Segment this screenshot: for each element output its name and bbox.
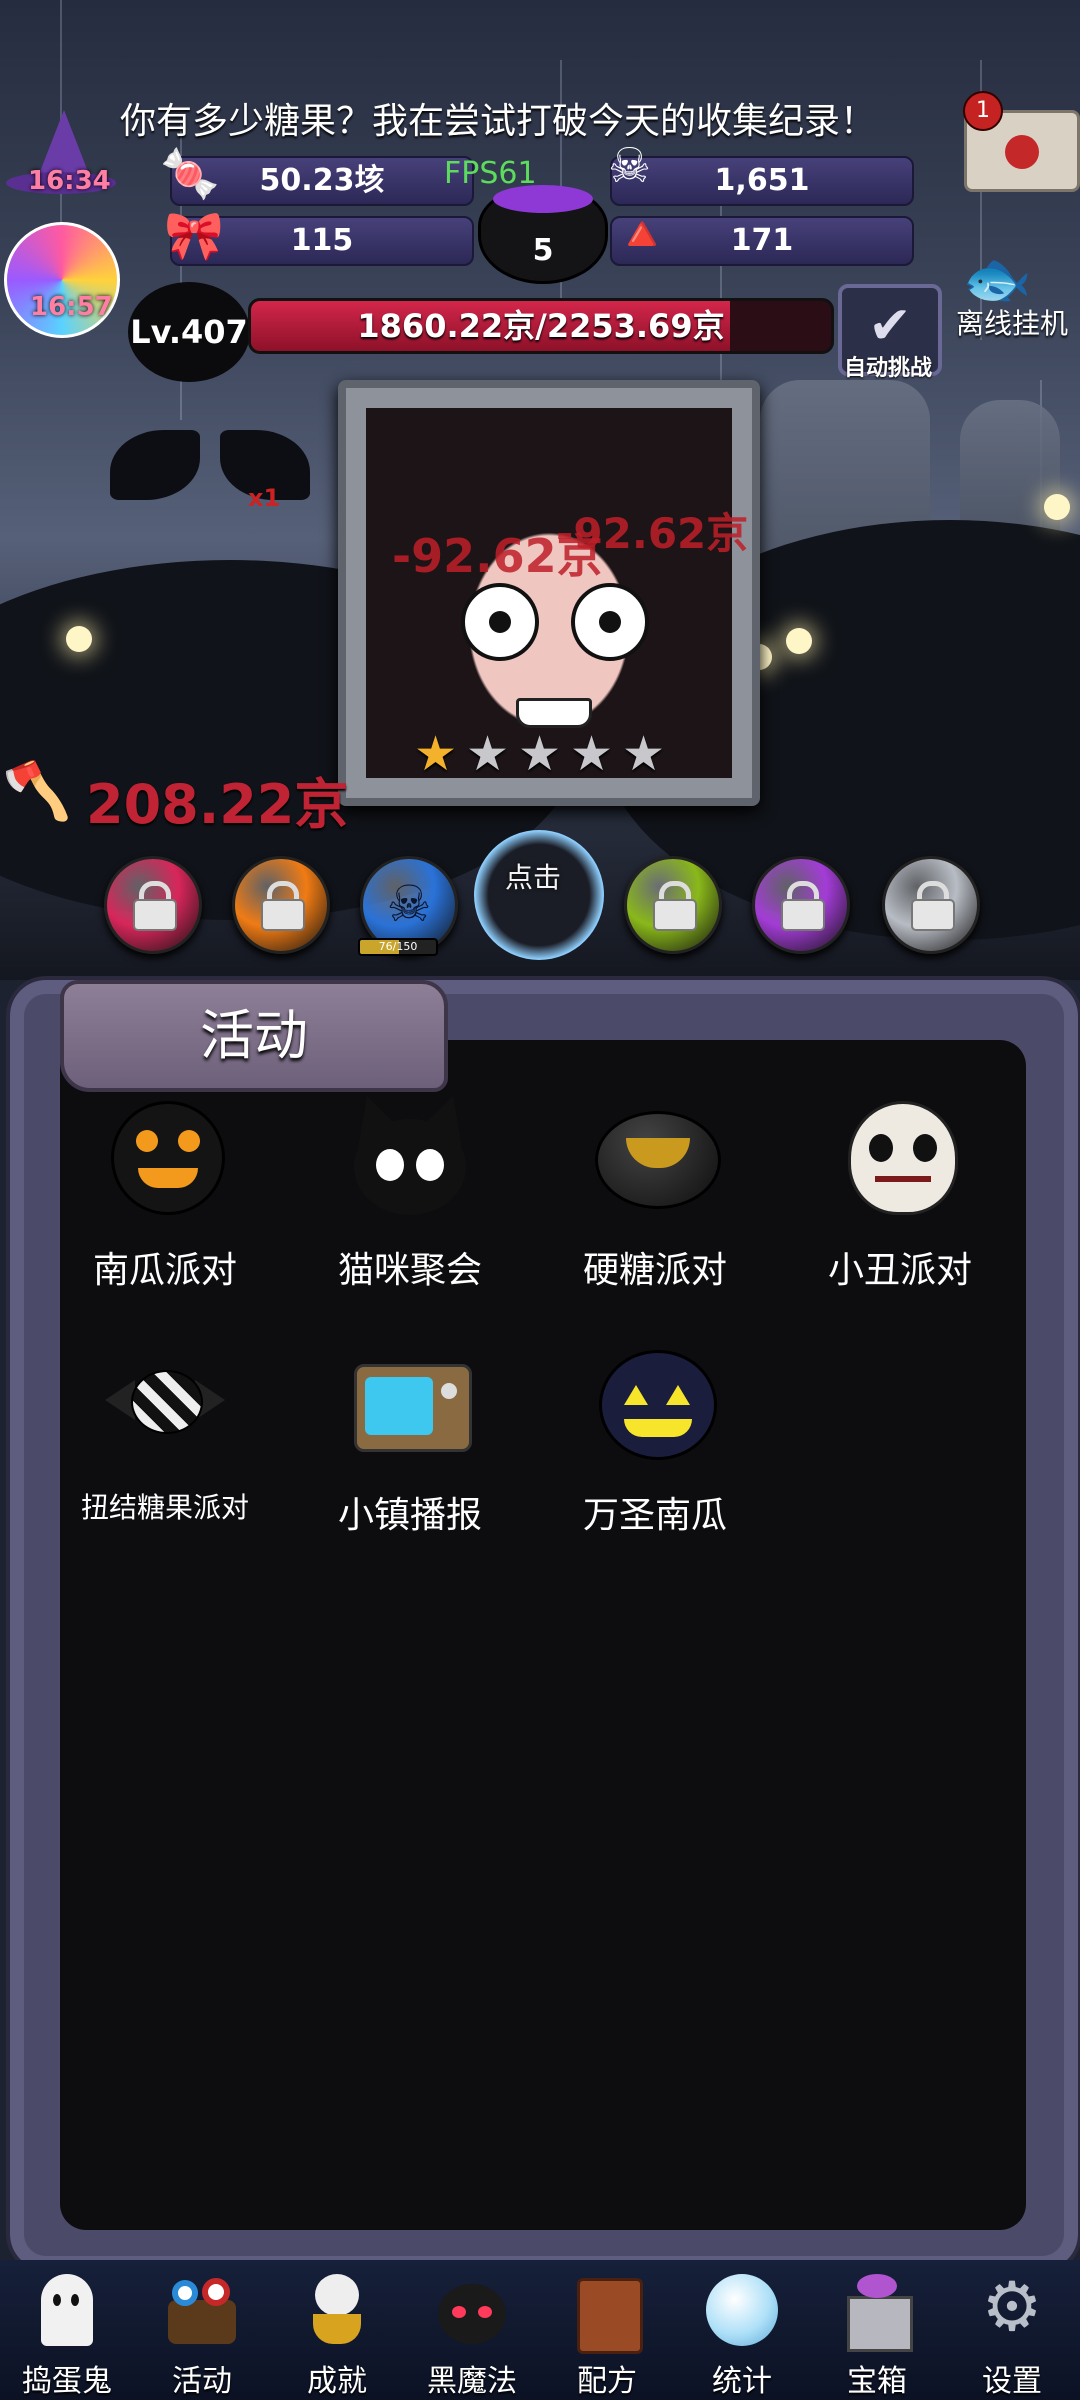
- star-filled-icon: ★: [414, 726, 458, 778]
- locked-orb[interactable]: [232, 856, 330, 954]
- skull-potion-icon: ☠: [608, 138, 652, 194]
- lock-icon: [911, 881, 955, 931]
- hat-timer: 16:34: [28, 166, 111, 196]
- candy-corn-value: 171: [730, 223, 794, 258]
- skull-count-value: 1,651: [714, 163, 810, 198]
- activity-item[interactable]: 猫咪聚会: [310, 1088, 510, 1325]
- level-badge: Lv.407: [128, 282, 250, 382]
- skull-trophy-icon: [297, 2270, 377, 2350]
- boss-hp-bar: 1860.22京/2253.69京: [248, 298, 834, 354]
- bat-icon: x1: [110, 420, 320, 530]
- boss-portrait[interactable]: ★ ★ ★ ★ ★: [366, 408, 732, 778]
- boss-mouth: [516, 698, 592, 728]
- hard-candy-icon: [595, 1095, 721, 1215]
- checkmark-icon: ✔: [868, 296, 912, 356]
- nav-label: 黑魔法: [427, 2364, 517, 2399]
- damage-float: -92.62京: [556, 509, 749, 558]
- nav-label: 统计: [712, 2364, 772, 2399]
- jack-o-lantern-icon: [595, 1340, 717, 1460]
- lock-icon: [261, 881, 305, 931]
- nav-item[interactable]: 捣蛋鬼: [0, 2260, 134, 2400]
- star-empty-icon: ★: [622, 726, 666, 778]
- cauldron-icon[interactable]: 5: [478, 185, 608, 284]
- skull-bow-icon: 🎀: [164, 208, 224, 264]
- activity-item[interactable]: 扭结糖果派对: [65, 1340, 265, 1570]
- tap-label[interactable]: 点击: [505, 856, 561, 896]
- mail-button[interactable]: 1: [963, 91, 1080, 192]
- locked-orb[interactable]: [624, 856, 722, 954]
- nav-item[interactable]: 成就: [270, 2260, 404, 2400]
- locked-orb[interactable]: [882, 856, 980, 954]
- pumpkin-lollipop-icon: [105, 1095, 225, 1215]
- offline-idle-label[interactable]: 离线挂机: [956, 302, 1068, 342]
- activity-panel-title: 活动: [60, 980, 448, 1092]
- activity-item[interactable]: 小丑派对: [800, 1095, 1000, 1325]
- star-empty-icon: ★: [466, 726, 510, 778]
- candy-corn-icon: 🔺: [612, 206, 672, 262]
- activity-label: 扭结糖果派对: [80, 1491, 249, 1524]
- wrapped-candy-icon: [105, 1340, 225, 1460]
- activity-label: 硬糖派对: [582, 1250, 727, 1291]
- nav-label: 捣蛋鬼: [22, 2364, 112, 2399]
- nav-item[interactable]: 黑魔法: [405, 2260, 539, 2400]
- candy-bag-icon: 🍬: [160, 146, 220, 202]
- nav-item[interactable]: ⚙ 设置: [945, 2260, 1079, 2400]
- orb-progress-text: 76/150: [378, 940, 418, 953]
- black-cat-icon: [344, 1088, 476, 1215]
- tv-icon: [350, 1340, 472, 1460]
- activity-label: 万圣南瓜: [582, 1495, 727, 1536]
- lollipop-timer: 16:57: [30, 292, 113, 322]
- nav-label: 活动: [172, 2364, 232, 2399]
- gift-box-icon: [837, 2270, 917, 2352]
- orb-progress-bar: 76/150: [358, 938, 438, 956]
- activity-item[interactable]: 万圣南瓜: [555, 1340, 755, 1570]
- mail-badge: 1: [963, 91, 1003, 131]
- bat-multiplier: x1: [248, 484, 281, 512]
- skull-count-bar: 1,651: [610, 156, 914, 206]
- candy-total-value: 50.23垓: [259, 163, 385, 198]
- star-empty-icon: ★: [518, 726, 562, 778]
- activity-label: 小镇播报: [337, 1495, 482, 1536]
- ghost-icon: [27, 2270, 107, 2350]
- crystal-ball-icon: [702, 2270, 782, 2350]
- activity-item[interactable]: 南瓜派对: [65, 1095, 265, 1325]
- demon-icon: [432, 2270, 512, 2350]
- nav-item[interactable]: 宝箱: [810, 2260, 944, 2400]
- eyeball-cake-icon: [162, 2270, 242, 2350]
- nav-label: 成就: [307, 2364, 367, 2399]
- locked-orb[interactable]: [752, 856, 850, 954]
- lock-icon: [781, 881, 825, 931]
- lock-icon: [133, 881, 177, 931]
- activity-label: 猫咪聚会: [337, 1250, 482, 1291]
- star-empty-icon: ★: [570, 726, 614, 778]
- skull-icon: ☠: [386, 875, 432, 933]
- nav-item[interactable]: 配方: [540, 2260, 674, 2400]
- boss-star-rating: ★ ★ ★ ★ ★: [414, 726, 694, 778]
- spellbook-icon: [567, 2270, 647, 2354]
- nav-item[interactable]: 活动: [135, 2260, 269, 2400]
- wax-seal-icon: [1005, 135, 1039, 169]
- skull-lollipop-icon: [840, 1095, 960, 1215]
- lock-icon: [653, 881, 697, 931]
- bottom-nav: 捣蛋鬼 活动 成就 黑魔法 配方 统计 宝箱 ⚙ 设置: [0, 2260, 1080, 2400]
- activity-item[interactable]: 小镇播报: [310, 1340, 510, 1570]
- nav-label: 配方: [577, 2364, 637, 2399]
- auto-challenge-label: 自动挑战: [843, 356, 932, 381]
- activity-item[interactable]: 硬糖派对: [555, 1095, 755, 1325]
- locked-orb[interactable]: [104, 856, 202, 954]
- candy-message: 你有多少糖果？我在尝试打破今天的收集纪录！: [120, 101, 877, 142]
- nav-item[interactable]: 统计: [675, 2260, 809, 2400]
- nav-label: 宝箱: [847, 2364, 907, 2399]
- boss-portrait-frame[interactable]: ★ ★ ★ ★ ★: [338, 380, 760, 806]
- activity-label: 小丑派对: [827, 1250, 972, 1291]
- nav-label: 设置: [982, 2364, 1042, 2399]
- gear-icon: ⚙: [981, 2268, 1043, 2347]
- activity-label: 南瓜派对: [92, 1250, 237, 1291]
- cauldron-count: 5: [532, 233, 554, 268]
- axe-damage: 208.22京: [86, 773, 349, 836]
- axe-icon: 🪓: [2, 759, 72, 824]
- boss-hp-text: 1860.22京/2253.69京: [357, 307, 725, 345]
- bow-count-value: 115: [290, 223, 354, 258]
